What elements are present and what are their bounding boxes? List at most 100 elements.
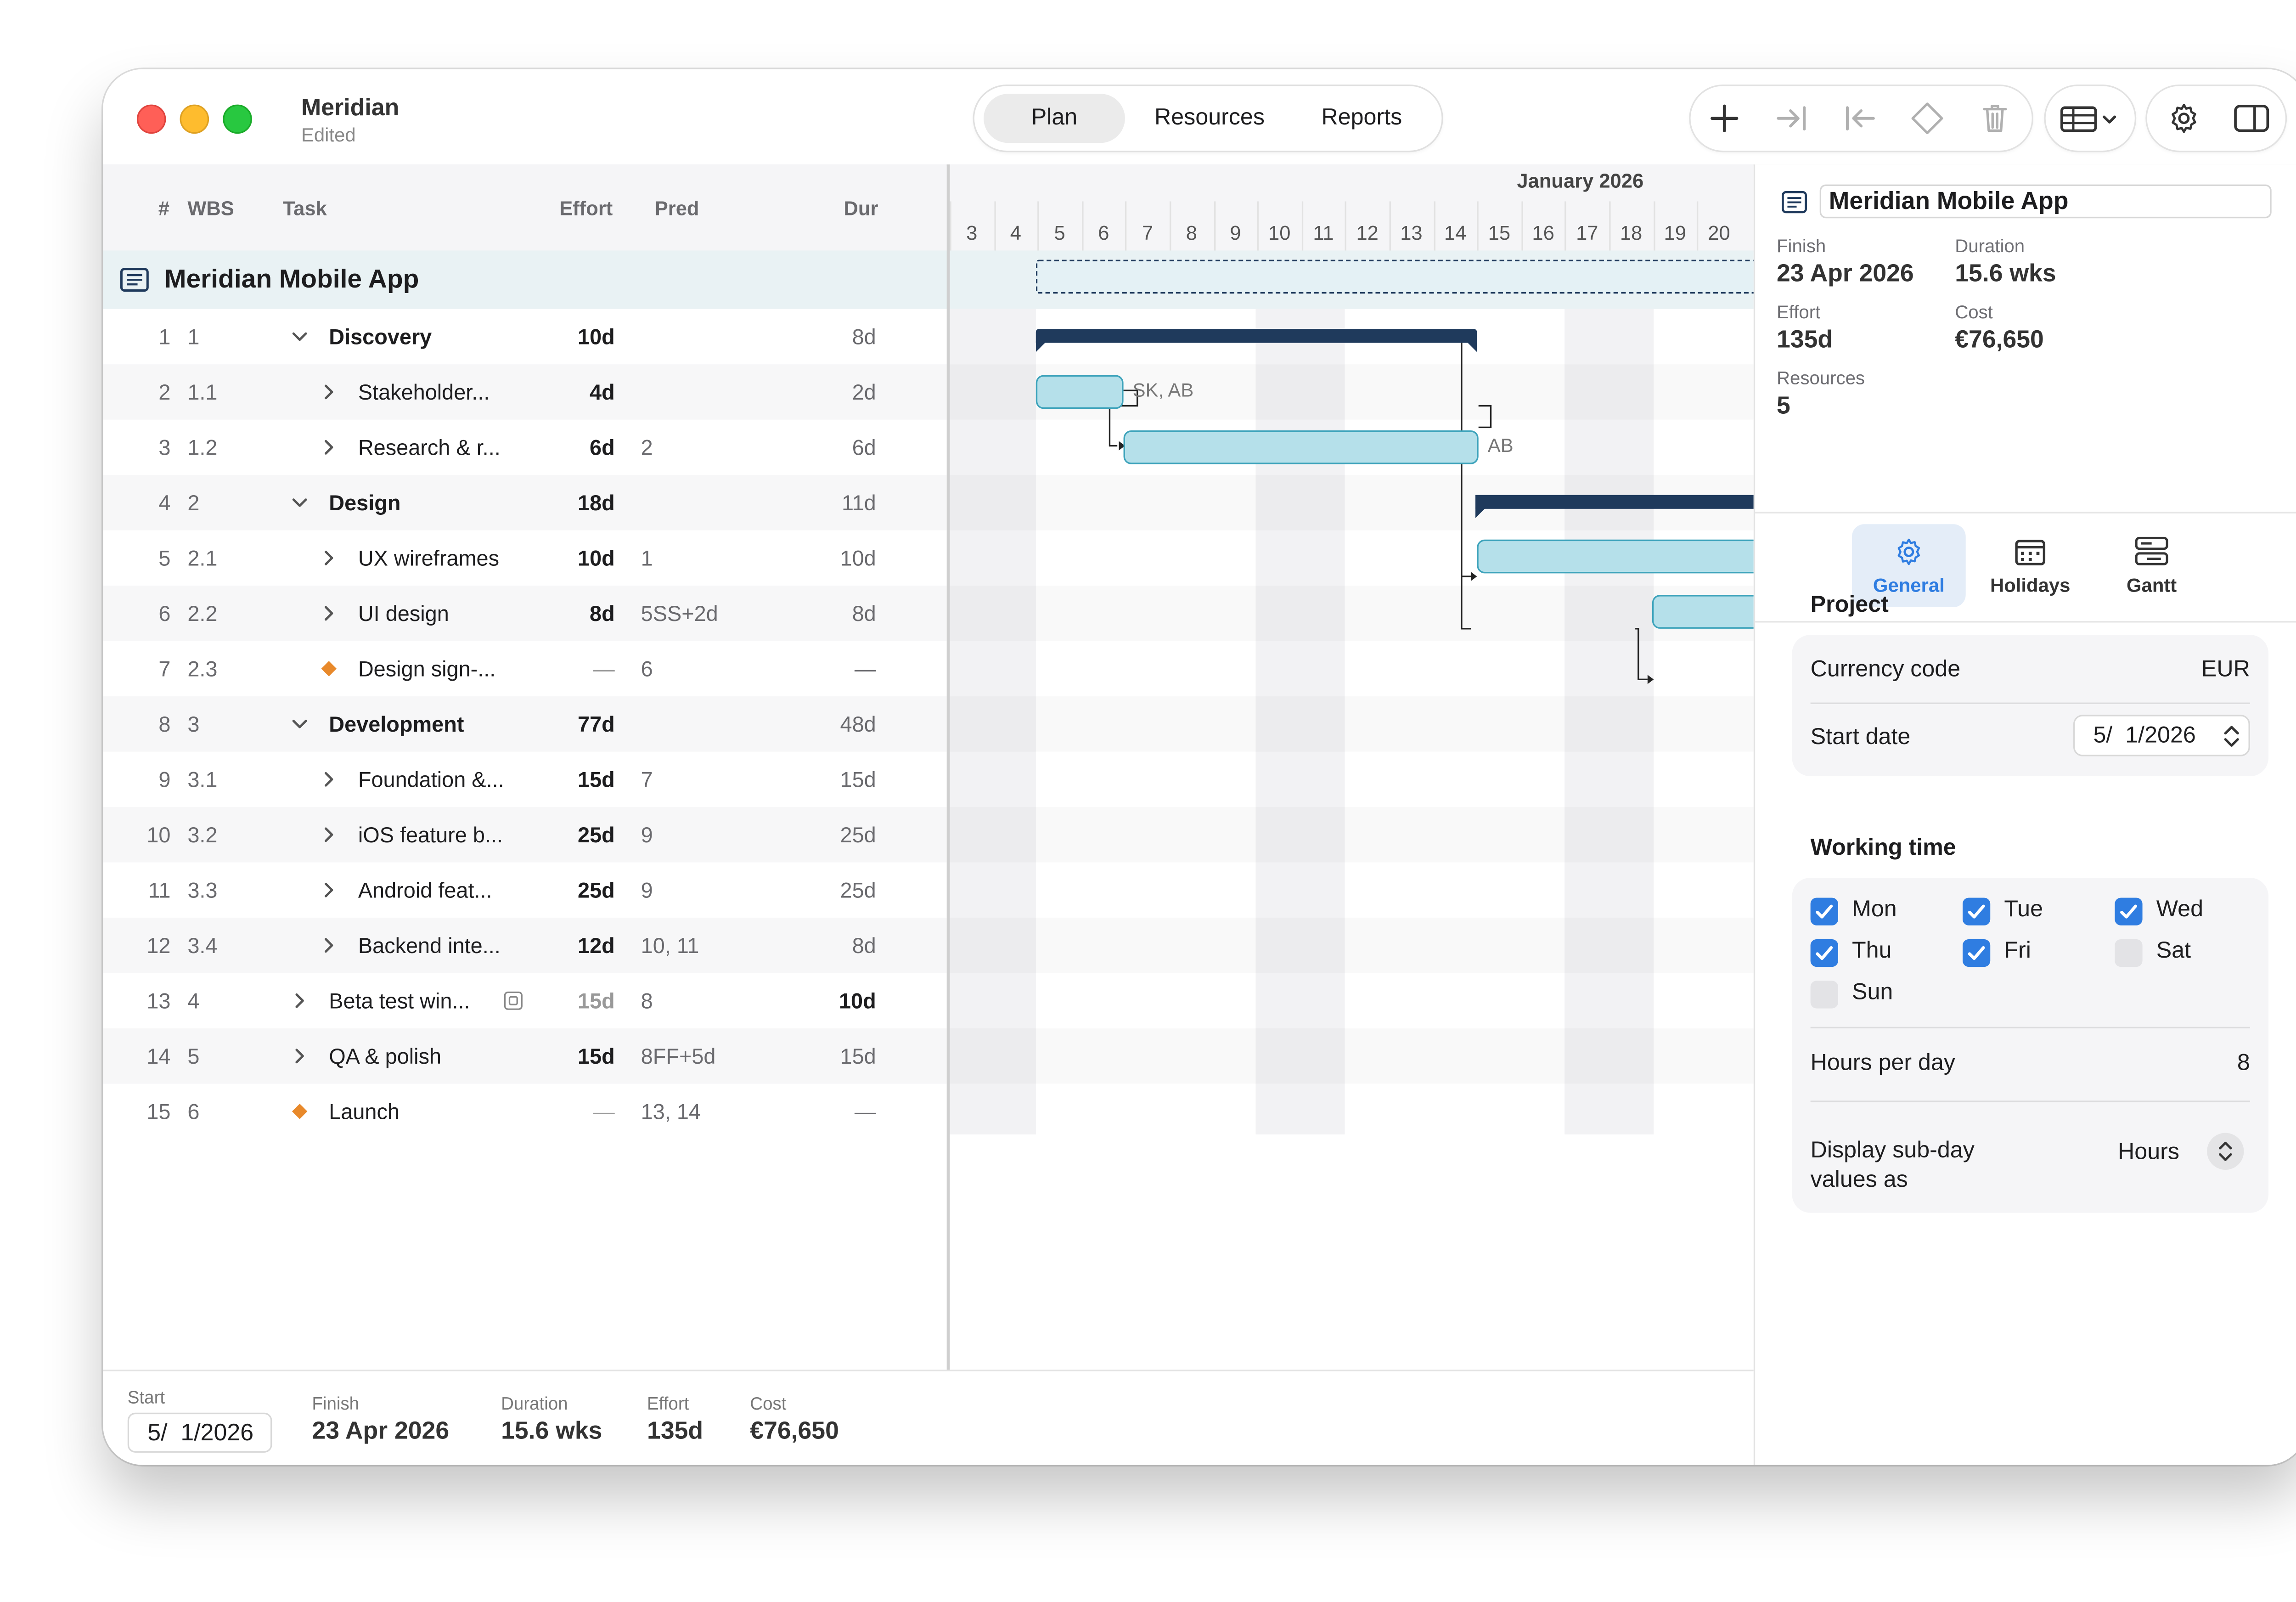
- task-row[interactable]: 3 1.2 Research & r... 6d 2 6d: [103, 420, 946, 475]
- task-name[interactable]: Android feat...: [358, 863, 492, 918]
- task-effort[interactable]: 8d: [538, 586, 615, 641]
- task-name[interactable]: UI design: [358, 586, 449, 641]
- checkbox-tue[interactable]: [1962, 897, 1991, 925]
- chevron-right-icon[interactable]: [292, 992, 307, 1010]
- summary-bar-discovery[interactable]: [1035, 329, 1477, 343]
- start-date-picker[interactable]: 5/ 1/2026: [2073, 715, 2250, 756]
- column-header-num[interactable]: #: [158, 197, 169, 220]
- task-row[interactable]: 12 3.4 Backend inte... 12d 10, 11 8d: [103, 918, 947, 973]
- task-effort[interactable]: 10d: [538, 530, 615, 586]
- summary-bar-design[interactable]: [1475, 495, 1754, 509]
- checkbox-fri[interactable]: [1962, 939, 1991, 967]
- project-summary-row[interactable]: Meridian Mobile App: [103, 250, 1758, 309]
- task-name[interactable]: Backend inte...: [358, 918, 501, 973]
- task-duration[interactable]: 8d: [784, 309, 876, 364]
- task-row[interactable]: 15 6 Launch — 13, 14 —: [103, 1084, 946, 1139]
- task-row[interactable]: 11 3.3 Android feat... 25d 9 25d: [103, 863, 946, 918]
- task-predecessors[interactable]: 2: [641, 420, 653, 475]
- outdent-button[interactable]: [1826, 86, 1893, 151]
- chevron-right-icon[interactable]: [321, 881, 337, 899]
- add-task-button[interactable]: [1691, 86, 1758, 151]
- task-name[interactable]: Launch: [329, 1084, 400, 1139]
- task-effort[interactable]: 25d: [538, 807, 615, 862]
- task-duration[interactable]: 2d: [784, 364, 876, 419]
- minimize-window-button[interactable]: [180, 104, 209, 134]
- task-duration[interactable]: 6d: [784, 420, 876, 475]
- task-effort[interactable]: 25d: [538, 863, 615, 918]
- subday-display-popup-button[interactable]: [2207, 1133, 2244, 1170]
- task-duration[interactable]: 25d: [784, 863, 876, 918]
- chevron-right-icon[interactable]: [292, 1047, 307, 1065]
- task-name[interactable]: Stakeholder...: [358, 364, 490, 419]
- checkbox-sat[interactable]: [2115, 939, 2143, 967]
- tab-plan[interactable]: Plan: [984, 94, 1125, 143]
- task-effort[interactable]: —: [538, 1084, 615, 1139]
- task-predecessors[interactable]: 6: [641, 641, 653, 696]
- currency-code-value[interactable]: EUR: [2201, 656, 2250, 683]
- task-predecessors[interactable]: 9: [641, 863, 653, 918]
- task-row[interactable]: 10 3.2 iOS feature b... 25d 9 25d: [103, 807, 947, 863]
- task-row[interactable]: 4 2 Design 18d 11d: [103, 475, 947, 530]
- task-row[interactable]: 14 5 QA & polish 15d 8FF+5d 15d: [103, 1028, 947, 1084]
- task-row[interactable]: 7 2.3 Design sign-... — 6 —: [103, 641, 946, 696]
- project-summary-bar[interactable]: [1035, 259, 1758, 294]
- task-duration[interactable]: —: [784, 1084, 876, 1139]
- indent-button[interactable]: [1758, 86, 1826, 151]
- task-duration[interactable]: 48d: [784, 696, 876, 751]
- chevron-down-icon[interactable]: [291, 329, 309, 344]
- footer-start-date-field[interactable]: 5/ 1/2026: [127, 1412, 272, 1453]
- task-effort[interactable]: 10d: [538, 309, 615, 364]
- pane-divider[interactable]: [946, 164, 950, 1465]
- task-row[interactable]: 8 3 Development 77d 48d: [103, 696, 947, 752]
- task-name[interactable]: QA & polish: [329, 1028, 441, 1083]
- task-effort[interactable]: 15d: [538, 973, 615, 1028]
- task-name[interactable]: Design: [329, 475, 400, 530]
- task-name[interactable]: Development: [329, 696, 464, 751]
- stepper-icon[interactable]: [2223, 724, 2241, 749]
- zoom-window-button[interactable]: [223, 104, 252, 134]
- chevron-down-icon[interactable]: [291, 716, 309, 732]
- task-name[interactable]: Design sign-...: [358, 641, 495, 696]
- checkbox-sun[interactable]: [1810, 981, 1838, 1009]
- task-predecessors[interactable]: 9: [641, 807, 653, 862]
- task-effort[interactable]: 4d: [538, 364, 615, 419]
- checkbox-wed[interactable]: [2115, 897, 2143, 925]
- chevron-right-icon[interactable]: [321, 604, 337, 622]
- task-predecessors[interactable]: 1: [641, 530, 653, 586]
- task-name[interactable]: Foundation &...: [358, 752, 504, 807]
- column-header-pred[interactable]: Pred: [655, 197, 699, 220]
- project-name-field[interactable]: Meridian Mobile App: [1819, 184, 2272, 219]
- chevron-right-icon[interactable]: [321, 770, 337, 789]
- task-predecessors[interactable]: 7: [641, 752, 653, 807]
- tab-holidays[interactable]: Holidays: [1973, 524, 2087, 607]
- task-bar-ux-wireframes[interactable]: [1477, 539, 1754, 574]
- tab-gantt[interactable]: Gantt: [2095, 524, 2209, 607]
- task-duration[interactable]: 25d: [784, 807, 876, 862]
- task-effort[interactable]: 15d: [538, 752, 615, 807]
- task-duration[interactable]: 8d: [784, 586, 876, 641]
- task-predecessors[interactable]: 10, 11: [641, 918, 699, 973]
- task-effort[interactable]: 6d: [538, 420, 615, 475]
- tab-resources[interactable]: Resources: [1134, 94, 1285, 143]
- task-effort[interactable]: 15d: [538, 1028, 615, 1083]
- task-effort[interactable]: 12d: [538, 918, 615, 973]
- task-predecessors[interactable]: 8FF+5d: [641, 1028, 716, 1083]
- checkbox-thu[interactable]: [1810, 939, 1838, 967]
- task-row[interactable]: 6 2.2 UI design 8d 5SS+2d 8d: [103, 586, 947, 641]
- column-header-dur[interactable]: Dur: [844, 197, 878, 220]
- task-name[interactable]: UX wireframes: [358, 530, 499, 586]
- chevron-right-icon[interactable]: [321, 936, 337, 954]
- task-predecessors[interactable]: 13, 14: [641, 1084, 701, 1139]
- chevron-right-icon[interactable]: [321, 438, 337, 457]
- task-predecessors[interactable]: 8: [641, 973, 653, 1028]
- task-duration[interactable]: 15d: [784, 1028, 876, 1083]
- task-name[interactable]: Research & r...: [358, 420, 501, 475]
- task-predecessors[interactable]: 5SS+2d: [641, 586, 718, 641]
- task-bar-stakeholder[interactable]: [1035, 375, 1124, 409]
- task-row[interactable]: 9 3.1 Foundation &... 15d 7 15d: [103, 752, 946, 807]
- task-bar-research[interactable]: [1123, 430, 1479, 464]
- task-name[interactable]: iOS feature b...: [358, 807, 503, 862]
- column-header-wbs[interactable]: WBS: [187, 197, 234, 220]
- task-row[interactable]: 2 1.1 Stakeholder... 4d 2d: [103, 364, 947, 420]
- subday-display-value[interactable]: Hours: [2118, 1139, 2179, 1165]
